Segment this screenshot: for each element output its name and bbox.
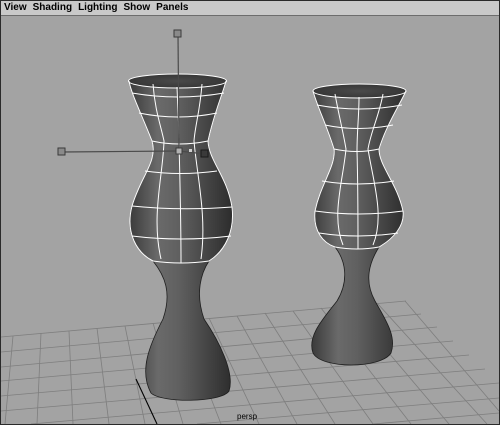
right-vase-rim [312,83,407,99]
maya-panel: View Shading Lighting Show Panels persp [0,0,500,425]
menu-lighting[interactable]: Lighting [78,1,117,15]
center-handle[interactable] [175,147,183,155]
menu-panels[interactable]: Panels [156,1,188,15]
right-vase[interactable] [311,83,407,366]
perspective-viewport[interactable]: persp [1,16,499,424]
pivot-marker [189,149,192,152]
viewport-scene[interactable] [1,16,499,424]
ground-grid [1,300,499,424]
menu-show[interactable]: Show [124,1,151,15]
y-axis-handle[interactable] [173,29,182,38]
x-axis-handle[interactable] [57,147,66,156]
menu-shading[interactable]: Shading [33,1,72,15]
camera-name-label: persp [237,412,258,421]
menu-view[interactable]: View [4,1,27,15]
z-axis-handle[interactable] [200,149,209,158]
right-vase-body[interactable] [311,90,407,366]
panel-menubar: View Shading Lighting Show Panels [1,1,499,16]
left-vase-rim [128,73,227,89]
